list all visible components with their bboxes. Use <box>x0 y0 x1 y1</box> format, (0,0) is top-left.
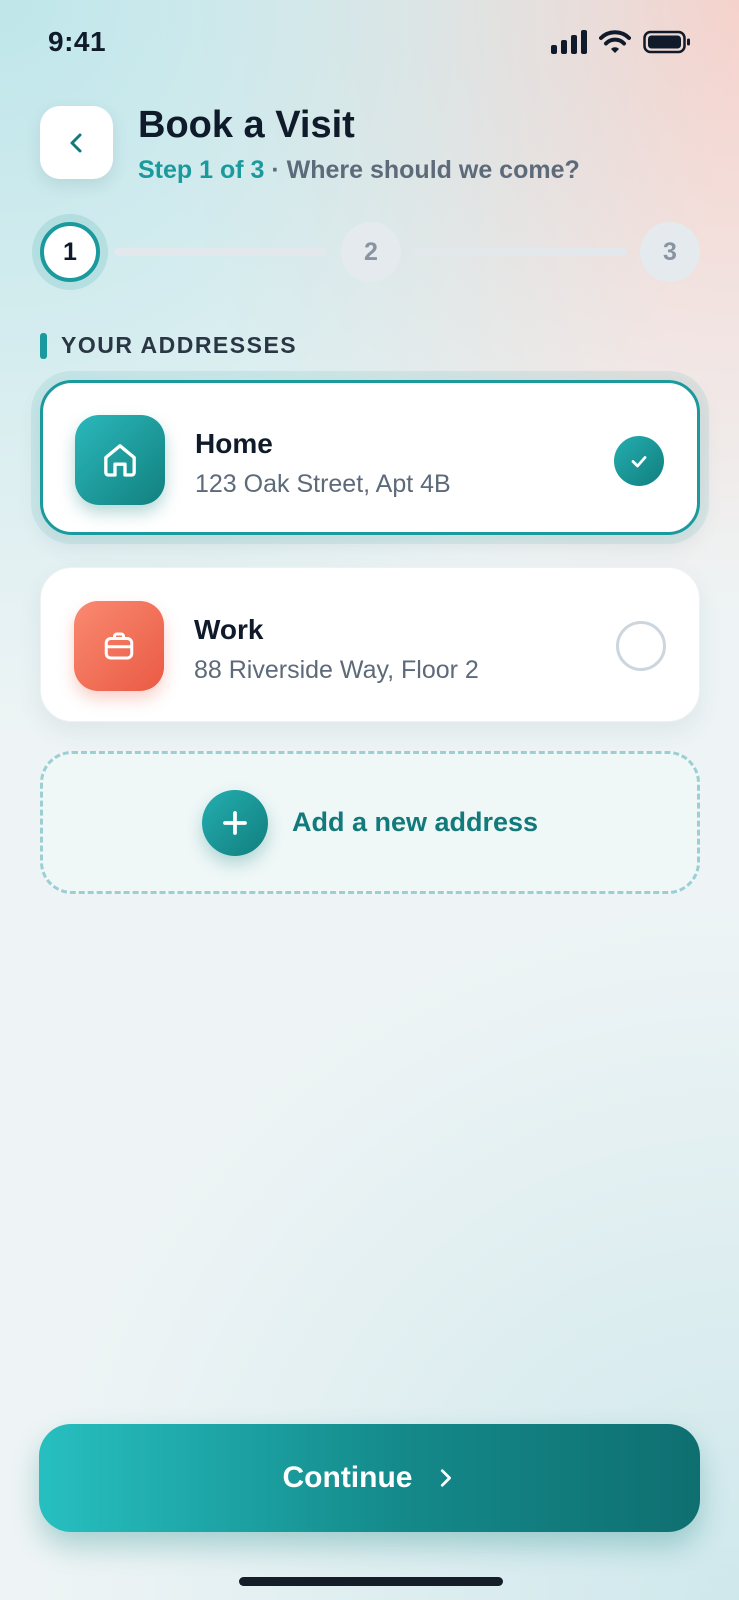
address-name: Work <box>194 614 264 645</box>
section-title: YOUR ADDRESSES <box>61 332 298 358</box>
address-line: 123 Oak Street, Apt 4B <box>195 470 451 498</box>
section-header: YOUR ADDRESSES <box>40 332 297 359</box>
home-indicator[interactable] <box>239 1577 503 1586</box>
step-3: 3 <box>640 222 700 282</box>
chevron-left-icon <box>70 133 81 152</box>
home-icon-tile <box>75 415 165 505</box>
address-card-home[interactable]: Home 123 Oak Street, Apt 4B <box>40 380 700 535</box>
back-button[interactable] <box>40 106 113 179</box>
continue-label: Continue <box>282 1461 413 1494</box>
briefcase-icon <box>104 632 134 660</box>
section-accent-bar <box>40 332 47 359</box>
plus-icon <box>201 789 268 856</box>
battery-icon <box>643 30 690 54</box>
add-address-label: Add a new address <box>291 807 539 837</box>
page-title: Book a Visit <box>138 104 355 146</box>
step-indicator-label: Step 1 of 3 <box>138 156 265 184</box>
status-icons <box>551 30 691 54</box>
unselected-radio[interactable] <box>616 621 666 671</box>
status-bar: 9:41 <box>0 0 739 90</box>
home-icon <box>104 444 136 477</box>
work-icon-tile <box>74 601 164 691</box>
step-connector-2 <box>414 248 627 256</box>
subtitle-text: Where should we come? <box>286 156 580 184</box>
signal-icon <box>551 30 587 54</box>
address-line: 88 Riverside Way, Floor 2 <box>194 656 479 684</box>
step-2: 2 <box>341 222 401 282</box>
page-subtitle: Step 1 of 3 · Where should we come? <box>138 156 580 185</box>
step-1: 1 <box>40 222 100 282</box>
address-name: Home <box>195 428 273 459</box>
add-address-button[interactable]: Add a new address <box>40 751 700 894</box>
selected-check-icon <box>614 436 664 486</box>
status-time: 9:41 <box>48 26 107 57</box>
subtitle-separator: · <box>264 156 287 184</box>
address-card-work[interactable]: Work 88 Riverside Way, Floor 2 <box>40 567 700 722</box>
wifi-icon <box>599 30 631 53</box>
step-connector-1 <box>114 248 327 256</box>
continue-button[interactable]: Continue <box>39 1424 700 1532</box>
progress-stepper: 1 2 3 <box>40 222 700 284</box>
chevron-right-icon <box>441 1469 452 1487</box>
